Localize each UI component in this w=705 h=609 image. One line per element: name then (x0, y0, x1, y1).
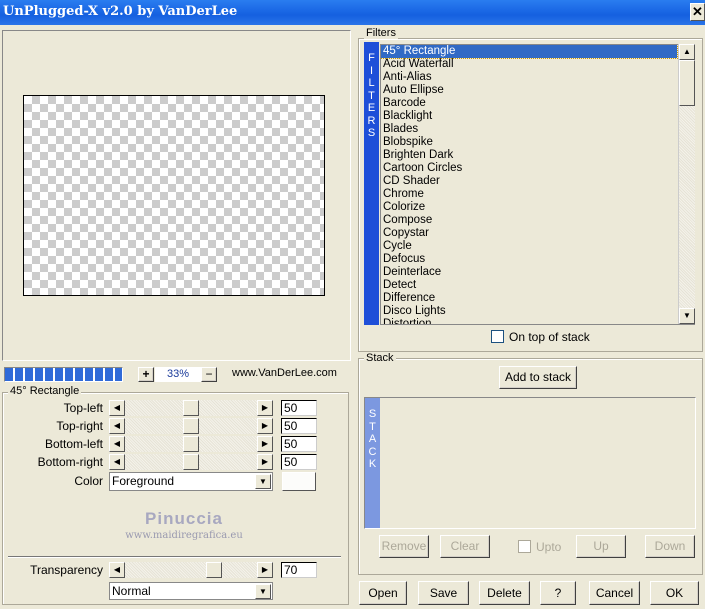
title-bar: UnPlugged-X v2.0 by VanDerLee (0, 0, 705, 25)
arrow-left-icon[interactable]: ◀ (109, 436, 125, 452)
param-slider[interactable]: ◀ ▶ (109, 400, 273, 416)
filter-list-item[interactable]: Compose (381, 214, 677, 227)
watermark-url: www.maidiregrafica.eu (125, 530, 243, 541)
arrow-left-icon[interactable]: ◀ (109, 400, 125, 416)
filter-list-item[interactable]: Difference (381, 292, 677, 305)
chevron-down-icon[interactable]: ▼ (255, 474, 271, 489)
down-button[interactable]: Down (645, 535, 695, 558)
arrow-left-icon[interactable]: ◀ (109, 562, 125, 578)
cancel-button[interactable]: Cancel (589, 581, 640, 605)
website-link[interactable]: www.VanDerLee.com (232, 367, 337, 379)
open-button[interactable]: Open (359, 581, 407, 605)
slider-thumb[interactable] (183, 436, 199, 452)
slider-label: Bottom-right (37, 455, 103, 469)
slider-thumb[interactable] (183, 454, 199, 470)
filters-title: Filters (364, 27, 398, 39)
slider-label: Top-right (56, 419, 103, 433)
chevron-down-icon[interactable]: ▼ (255, 584, 271, 599)
zoom-level: 33% (155, 367, 201, 382)
param-slider[interactable]: ◀ ▶ (109, 454, 273, 470)
remove-button[interactable]: Remove (379, 535, 429, 558)
slider-label: Bottom-left (44, 437, 103, 451)
color-swatch-button[interactable] (282, 472, 316, 491)
ok-button[interactable]: OK (650, 581, 699, 605)
transparency-input[interactable]: 70 (281, 562, 317, 578)
separator (8, 556, 341, 558)
save-button[interactable]: Save (418, 581, 469, 605)
filter-list-item[interactable]: Barcode (381, 97, 677, 110)
filter-list-item[interactable]: Disco Lights (381, 305, 677, 318)
delete-button[interactable]: Delete (479, 581, 530, 605)
stack-title: Stack (364, 352, 396, 364)
upto-label: Upto (536, 540, 562, 554)
filter-list-item[interactable]: Copystar (381, 227, 677, 240)
filter-list-item[interactable]: Cartoon Circles (381, 162, 677, 175)
arrow-right-icon[interactable]: ▶ (257, 400, 273, 416)
watermark-name: Pinuccia (145, 509, 223, 528)
filter-list-item[interactable]: Blobspike (381, 136, 677, 149)
filter-list-item[interactable]: Deinterlace (381, 266, 677, 279)
filter-scrollbar[interactable]: ▲ ▼ (678, 44, 695, 324)
slider-thumb[interactable] (183, 418, 199, 434)
filter-list-item[interactable]: 45° Rectangle (381, 45, 678, 59)
blend-mode-select[interactable]: Normal ▼ (109, 582, 273, 600)
zoom-in-button[interactable]: + (138, 367, 154, 382)
close-icon[interactable]: ✕ (690, 3, 705, 21)
transparency-slider[interactable]: ◀ ▶ (109, 562, 273, 578)
params-group-title: 45° Rectangle (8, 385, 82, 397)
add-to-stack-button[interactable]: Add to stack (499, 366, 577, 389)
slider-value-input[interactable]: 50 (281, 400, 317, 416)
arrow-up-icon[interactable]: ▲ (679, 44, 695, 60)
color-select-value: Foreground (112, 474, 175, 488)
param-slider[interactable]: ◀ ▶ (109, 418, 273, 434)
arrow-down-icon[interactable]: ▼ (679, 308, 695, 324)
progress-bar (4, 367, 123, 382)
slider-value-input[interactable]: 50 (281, 436, 317, 452)
arrow-left-icon[interactable]: ◀ (109, 454, 125, 470)
color-label: Color (74, 474, 103, 488)
filter-list-item[interactable]: Blacklight (381, 110, 677, 123)
stack-strip: S T A C K (365, 398, 380, 528)
filter-list-item[interactable]: CD Shader (381, 175, 677, 188)
arrow-right-icon[interactable]: ▶ (257, 454, 273, 470)
slider-value-input[interactable]: 50 (281, 454, 317, 470)
zoom-out-button[interactable]: − (201, 367, 217, 382)
window-title: UnPlugged-X v2.0 by VanDerLee (3, 4, 238, 19)
arrow-right-icon[interactable]: ▶ (257, 562, 273, 578)
on-top-checkbox[interactable] (491, 330, 504, 343)
scroll-thumb[interactable] (679, 60, 695, 106)
filter-list-item[interactable]: Acid Waterfall (381, 58, 677, 71)
arrow-right-icon[interactable]: ▶ (257, 418, 273, 434)
upto-checkbox[interactable] (518, 540, 531, 553)
preview-image[interactable] (23, 95, 325, 296)
slider-thumb[interactable] (183, 400, 199, 416)
color-select[interactable]: Foreground ▼ (109, 472, 273, 491)
filter-list-item[interactable]: Anti-Alias (381, 71, 677, 84)
blend-mode-value: Normal (112, 584, 151, 598)
transparency-label: Transparency (30, 563, 103, 577)
filter-list-item[interactable]: Blades (381, 123, 677, 136)
filter-list-item[interactable]: Auto Ellipse (381, 84, 677, 97)
filter-list-item[interactable]: Cycle (381, 240, 677, 253)
slider-label: Top-left (63, 401, 103, 415)
filter-list-item[interactable]: Brighten Dark (381, 149, 677, 162)
filter-list[interactable]: 45° Rectangle Acid Waterfall Anti-Alias Aut… (380, 44, 695, 325)
param-slider[interactable]: ◀ ▶ (109, 436, 273, 452)
filter-list-item[interactable]: Distortion (381, 318, 677, 324)
clear-button[interactable]: Clear (440, 535, 490, 558)
slider-thumb[interactable] (206, 562, 223, 578)
filter-list-item[interactable]: Defocus (381, 253, 677, 266)
arrow-left-icon[interactable]: ◀ (109, 418, 125, 434)
help-button[interactable]: ? (540, 581, 576, 605)
filter-list-item[interactable]: Colorize (381, 201, 677, 214)
filter-list-item[interactable]: Detect (381, 279, 677, 292)
up-button[interactable]: Up (576, 535, 626, 558)
on-top-label: On top of stack (509, 330, 590, 344)
filters-strip: F I L T E R S (364, 42, 379, 325)
filter-list-item[interactable]: Chrome (381, 188, 677, 201)
slider-value-input[interactable]: 50 (281, 418, 317, 434)
stack-list[interactable] (364, 397, 696, 529)
arrow-right-icon[interactable]: ▶ (257, 436, 273, 452)
